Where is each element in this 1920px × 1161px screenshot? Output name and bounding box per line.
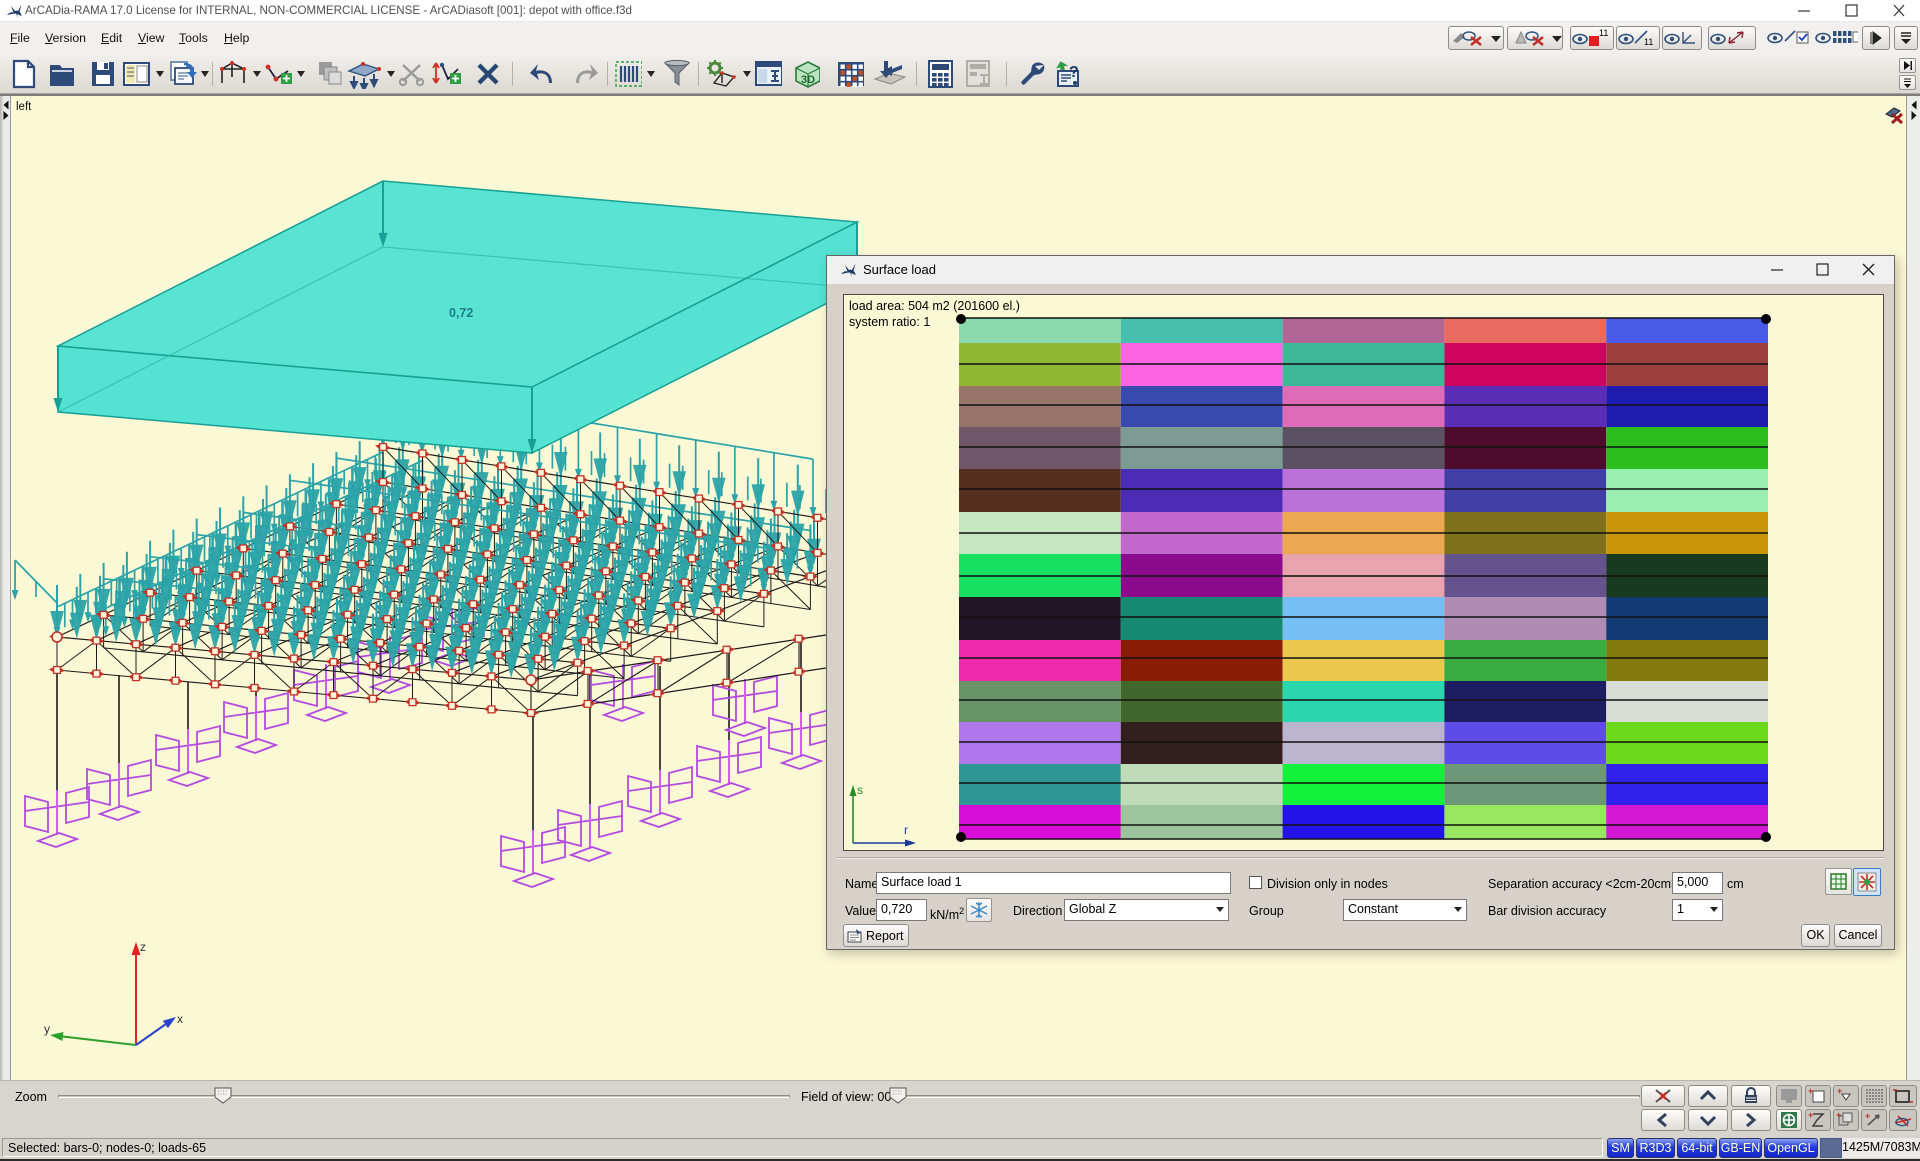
svg-text:3D: 3D [801, 74, 815, 86]
svg-text:z: z [140, 940, 146, 954]
svg-text:11: 11 [1599, 28, 1608, 38]
svg-text:y: y [44, 1022, 50, 1036]
svg-text:+: + [1836, 1110, 1841, 1120]
svg-text:0,72: 0,72 [449, 306, 473, 320]
svg-text:+: + [1808, 1086, 1813, 1096]
svg-text:11: 11 [1644, 37, 1653, 47]
svg-text:?: ? [1069, 64, 1079, 81]
svg-text:+: + [1837, 1086, 1842, 1096]
svg-text:+: + [1865, 1111, 1870, 1121]
svg-text:+: + [1808, 1110, 1813, 1120]
svg-text:x: x [177, 1012, 183, 1026]
